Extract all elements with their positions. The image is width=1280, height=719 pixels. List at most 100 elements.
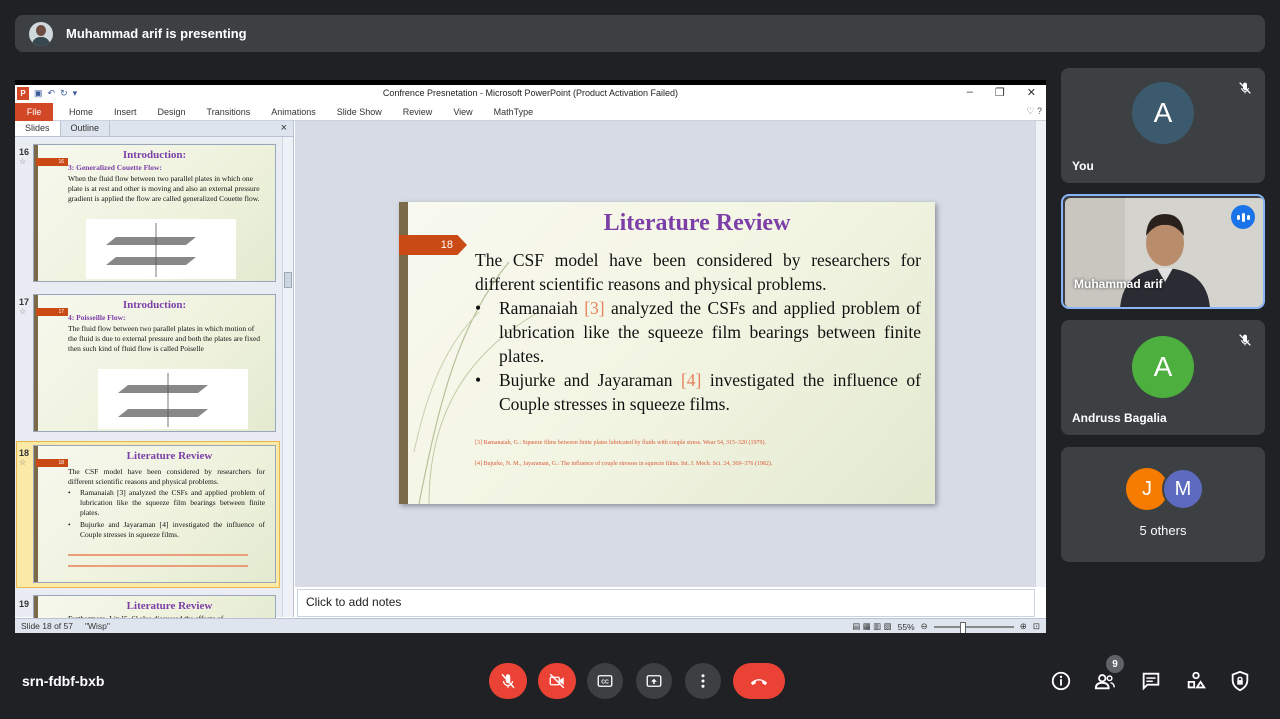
tab-view[interactable]: View — [453, 107, 472, 117]
tab-file[interactable]: File — [15, 102, 53, 121]
zoom-slider[interactable] — [933, 621, 1014, 633]
camera-off-icon — [549, 673, 565, 689]
tab-design[interactable]: Design — [158, 107, 186, 117]
more-icon — [701, 674, 705, 688]
tab-transitions[interactable]: Transitions — [207, 107, 251, 117]
tab-insert[interactable]: Insert — [114, 107, 137, 117]
tab-outline[interactable]: Outline — [61, 121, 111, 136]
bullet-text: Ramanaiah — [499, 298, 585, 318]
ppt-titlebar: P ▣ ↶ ↻ ▾ Confrence Presnetation - Micro… — [15, 85, 1046, 103]
thumb-body: The fluid flow between two parallel plat… — [68, 324, 261, 353]
participant-name: You — [1072, 159, 1094, 173]
close-pane-icon[interactable]: × — [281, 122, 287, 134]
reference-3: [3] Ramanaiah, G.: Squeeze films between… — [475, 440, 766, 446]
help-icon[interactable]: ♡ ? — [1026, 106, 1042, 117]
mic-toggle-button[interactable] — [489, 663, 527, 699]
slide-counter: Slide 18 of 57 — [21, 621, 73, 631]
theme-name: "Wisp" — [84, 621, 110, 631]
meeting-details-button[interactable] — [1050, 670, 1072, 692]
activities-icon — [1187, 671, 1206, 689]
speaking-indicator-icon — [1231, 205, 1255, 229]
normal-view-icon[interactable]: ▤ ▦ ▥ ▧ — [852, 621, 891, 632]
thumb-bullet: Ramanaiah [3] analyzed the CSFs and appl… — [68, 488, 265, 518]
slides-pane: Slides Outline × 16 ☆ 16 Introduction: 3:… — [15, 121, 294, 633]
leave-call-button[interactable] — [733, 663, 785, 699]
slide-number: 18 ☆ — [19, 448, 30, 467]
tab-animations[interactable]: Animations — [271, 107, 316, 117]
close-icon[interactable]: ✕ — [1027, 86, 1036, 99]
mic-off-icon — [501, 673, 515, 689]
view-controls: ▤ ▦ ▥ ▧ 55% ⊖ ⊕ ⊡ — [852, 621, 1040, 633]
slide-intro: The CSF model have been considered by re… — [475, 250, 921, 294]
mic-off-icon — [1239, 82, 1251, 94]
scroll-thumb[interactable] — [284, 272, 292, 288]
zoom-out-icon[interactable]: ⊖ — [921, 621, 928, 632]
canvas-scrollbar[interactable] — [1035, 121, 1046, 587]
present-icon — [646, 675, 662, 687]
slide-thumbnail-18[interactable]: 18 Literature Review The CSF model have … — [33, 445, 276, 583]
tab-slides[interactable]: Slides — [15, 121, 61, 136]
tab-mathtype[interactable]: MathType — [494, 107, 534, 117]
others-count: 5 others — [1139, 523, 1187, 538]
window-title: Confrence Presnetation - Microsoft Power… — [382, 88, 679, 98]
thumb-subtitle: 4: Poisseille Flow: — [68, 313, 126, 322]
slide-number: 19 — [19, 599, 30, 609]
status-bar: Slide 18 of 57 "Wisp" ▤ ▦ ▥ ▧ 55% ⊖ ⊕ ⊡ — [15, 618, 1046, 633]
end-call-icon — [750, 679, 768, 686]
camera-toggle-button[interactable] — [538, 663, 576, 699]
tab-slide-show[interactable]: Slide Show — [337, 107, 382, 117]
thumb-title: Literature Review — [126, 600, 213, 612]
host-controls-button[interactable] — [1229, 670, 1251, 692]
more-options-button[interactable] — [685, 663, 721, 699]
people-button[interactable] — [1094, 670, 1116, 692]
participant-tile-you[interactable]: A You — [1061, 68, 1265, 183]
notes-field[interactable]: Click to add notes — [297, 589, 1035, 617]
avatar: M — [1162, 468, 1204, 510]
thumb-title: Literature Review — [126, 450, 213, 462]
host-controls-icon — [1231, 670, 1249, 692]
people-count-badge: 9 — [1106, 655, 1124, 673]
slide-title: Literature Review — [603, 210, 791, 236]
minimize-icon[interactable]: – — [967, 86, 973, 99]
pane-tabs: Slides Outline × — [15, 121, 293, 137]
participant-tile-others[interactable]: J M 5 others — [1061, 447, 1265, 562]
tab-home[interactable]: Home — [69, 107, 93, 117]
shared-screen[interactable]: P ▣ ↶ ↻ ▾ Confrence Presnetation - Micro… — [15, 80, 1046, 633]
svg-text:CC: CC — [601, 680, 609, 686]
people-icon — [1094, 674, 1115, 690]
captions-button[interactable]: CC — [587, 663, 623, 699]
thumb-title: Introduction: — [122, 299, 187, 311]
zoom-in-icon[interactable]: ⊕ — [1020, 621, 1027, 632]
bullet-text: Bujurke and Jayaraman — [499, 370, 681, 390]
slide-bullet-1: Ramanaiah [3] analyzed the CSFs and appl… — [475, 296, 921, 368]
info-icon — [1051, 671, 1071, 691]
thumb-title: Introduction: — [122, 149, 187, 161]
citation: [3] — [584, 298, 605, 318]
activities-button[interactable] — [1185, 670, 1207, 692]
slide-number-badge: 18 — [399, 235, 467, 255]
thumb-reference-line — [68, 554, 248, 556]
participant-name: Andruss Bagalia — [1072, 411, 1167, 425]
chat-button[interactable] — [1140, 670, 1162, 692]
presenter-avatar — [29, 21, 53, 46]
thumb-subtitle: 3: Generalized Couette Flow: — [68, 163, 162, 172]
slide-thumbnail-17[interactable]: 17 Introduction: 4: Poisseille Flow: The… — [33, 294, 276, 432]
window-controls: – ❐ ✕ — [967, 86, 1036, 99]
fit-slide-icon[interactable]: ⊡ — [1033, 621, 1040, 632]
avatar: A — [1132, 336, 1194, 398]
restore-icon[interactable]: ❐ — [995, 86, 1005, 99]
slides-scrollbar[interactable] — [282, 137, 293, 617]
zoom-level[interactable]: 55% — [898, 622, 915, 632]
presenting-banner: Muhammad arif is presenting — [15, 15, 1265, 52]
slide-canvas: 18 Literature Review The CSF model have … — [295, 121, 1046, 587]
slide-thumbnail-16[interactable]: 16 Introduction: 3: Generalized Couette … — [33, 144, 276, 282]
tab-review[interactable]: Review — [403, 107, 433, 117]
present-now-button[interactable] — [636, 663, 672, 699]
participant-tile-muhammad-arif[interactable]: Muhammad arif — [1061, 194, 1265, 309]
slide-number: 16 ☆ — [19, 147, 30, 166]
current-slide[interactable]: 18 Literature Review The CSF model have … — [399, 202, 935, 504]
plates-diagram — [86, 219, 236, 279]
avatar: A — [1132, 82, 1194, 144]
mic-off-icon — [1239, 334, 1251, 346]
participant-tile-andruss[interactable]: A Andruss Bagalia — [1061, 320, 1265, 435]
